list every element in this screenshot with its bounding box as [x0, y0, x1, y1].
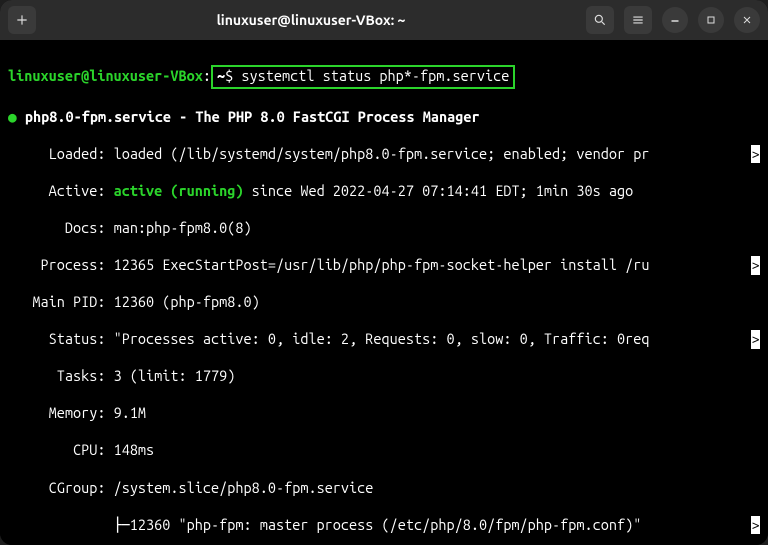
new-tab-button[interactable] — [8, 6, 36, 34]
process-value: 12365 ExecStartPost=/usr/lib/php/php-fpm… — [105, 256, 649, 273]
close-button[interactable] — [734, 7, 760, 33]
memory-value: 9.1M — [105, 404, 146, 421]
command-text: systemctl status php*-fpm.service — [241, 67, 509, 84]
close-icon — [741, 14, 753, 26]
maximize-button[interactable] — [698, 7, 724, 33]
terminal-window: linuxuser@linuxuser-VBox: ~ linuxuser@li… — [0, 0, 768, 545]
status-value: "Processes active: 0, idle: 2, Requests:… — [105, 330, 649, 347]
docs-label: Docs: — [8, 219, 105, 236]
tasks-value: 3 (limit: 1779) — [105, 367, 235, 384]
unit-name: php8.0-fpm.service - The PHP 8.0 FastCGI… — [25, 108, 480, 125]
active-since: since Wed 2022-04-27 07:14:41 EDT; 1min … — [243, 182, 633, 199]
status-label: Status: — [8, 330, 105, 347]
titlebar-left-controls — [8, 6, 36, 34]
menu-button[interactable] — [624, 6, 652, 34]
search-button[interactable] — [586, 6, 614, 34]
overflow-marker: > — [751, 145, 760, 164]
active-state: active (running) — [114, 182, 244, 199]
titlebar-right-controls — [586, 6, 760, 34]
mainpid-value: 12360 (php-fpm8.0) — [105, 293, 259, 310]
hamburger-icon — [631, 13, 645, 27]
docs-value: man:php-fpm8.0(8) — [105, 219, 251, 236]
loaded-value: loaded (/lib/systemd/system/php8.0-fpm.s… — [105, 145, 649, 162]
search-icon — [593, 13, 607, 27]
prompt-path: ~ — [217, 67, 225, 84]
prompt-colon: : — [203, 67, 211, 84]
cpu-label: CPU: — [8, 441, 105, 458]
active-label: Active: — [8, 182, 114, 199]
overflow-marker: > — [751, 256, 760, 275]
window-title: linuxuser@linuxuser-VBox: ~ — [44, 12, 578, 28]
overflow-marker: > — [751, 516, 760, 535]
overflow-marker: > — [751, 330, 760, 349]
tasks-label: Tasks: — [8, 367, 105, 384]
cgroup-value: /system.slice/php8.0-fpm.service — [105, 479, 373, 496]
loaded-label: Loaded: — [8, 145, 105, 162]
cgroup-proc-1: ├─12360 "php-fpm: master process (/etc/p… — [8, 516, 649, 535]
maximize-icon — [705, 14, 717, 26]
minimize-button[interactable] — [662, 7, 688, 33]
prompt-userhost: linuxuser@linuxuser-VBox — [8, 67, 203, 84]
terminal-body[interactable]: linuxuser@linuxuser-VBox:~$ systemctl st… — [0, 40, 768, 545]
process-label: Process: — [8, 256, 105, 273]
cpu-value: 148ms — [105, 441, 154, 458]
plus-icon — [15, 13, 29, 27]
prompt-dollar: $ — [225, 67, 233, 84]
cgroup-label: CGroup: — [8, 479, 105, 496]
mainpid-label: Main PID: — [8, 293, 105, 310]
minimize-icon — [669, 14, 681, 26]
command-highlight-box: ~$ systemctl status php*-fpm.service — [211, 65, 515, 90]
titlebar: linuxuser@linuxuser-VBox: ~ — [0, 0, 768, 40]
status-bullet: ● — [8, 108, 17, 125]
memory-label: Memory: — [8, 404, 105, 421]
